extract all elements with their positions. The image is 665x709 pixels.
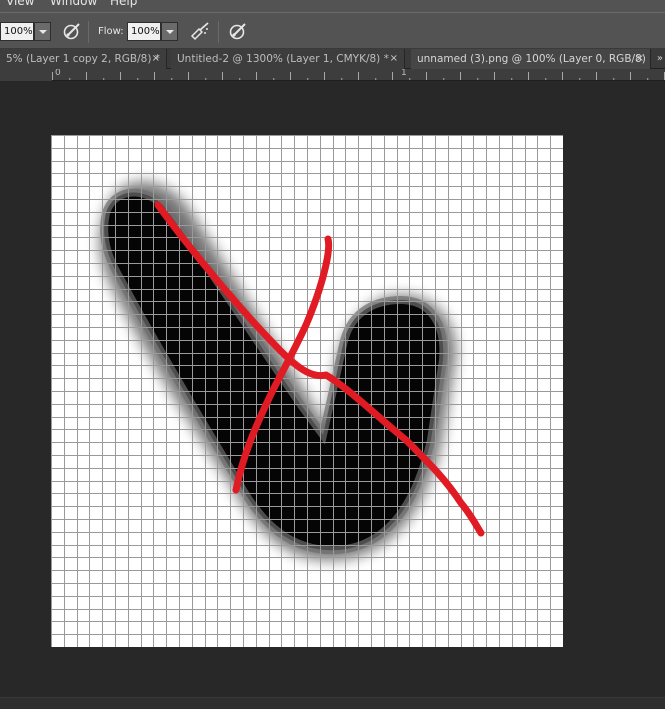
pixel-grid-image xyxy=(51,135,563,647)
status-strip xyxy=(0,697,665,709)
pressure-opacity-icon[interactable] xyxy=(60,20,82,42)
flow-dropdown-button[interactable] xyxy=(161,22,178,41)
tab-untitled-2[interactable]: Untitled-2 @ 1300% (Layer 1, CMYK/8) * × xyxy=(171,49,405,69)
horizontal-ruler[interactable]: 0 1 xyxy=(52,69,665,81)
menu-help[interactable]: Help xyxy=(110,0,137,8)
document-canvas[interactable] xyxy=(51,135,563,647)
tab-label: Untitled-2 @ 1300% (Layer 1, CMYK/8) * xyxy=(177,53,389,65)
tab-close-icon[interactable]: × xyxy=(636,49,644,69)
ruler-label-1: 1 xyxy=(401,69,407,78)
separator xyxy=(88,21,89,43)
menu-view[interactable]: View xyxy=(6,0,34,8)
menu-bar: View Window Help xyxy=(0,0,665,12)
photoshop-window: View Window Help 100% Flow: 100% 5% (Lay… xyxy=(0,0,665,709)
tab-close-icon[interactable]: × xyxy=(152,49,160,69)
pressure-size-icon[interactable] xyxy=(226,20,248,42)
tab-close-icon[interactable]: × xyxy=(390,49,398,69)
airbrush-icon[interactable] xyxy=(189,20,211,42)
tab-unnamed-3[interactable]: unnamed (3).png @ 100% (Layer 0, RGB/8) … xyxy=(411,49,651,69)
opacity-dropdown-button[interactable] xyxy=(34,22,51,41)
tab-layer1-copy2[interactable]: 5% (Layer 1 copy 2, RGB/8) * × xyxy=(0,49,167,69)
menu-window[interactable]: Window xyxy=(50,0,97,8)
ruler-corner xyxy=(0,69,52,81)
tab-label: 5% (Layer 1 copy 2, RGB/8) * xyxy=(6,53,161,65)
ruler-ticks xyxy=(52,72,665,80)
opacity-field[interactable]: 100% xyxy=(0,22,34,41)
separator xyxy=(218,21,219,43)
document-tab-bar: 5% (Layer 1 copy 2, RGB/8) * × Untitled-… xyxy=(0,49,665,69)
ruler-label-0: 0 xyxy=(55,69,61,78)
flow-field[interactable]: 100% xyxy=(127,22,161,41)
tab-overflow-icon[interactable]: » xyxy=(657,49,663,69)
options-bar: 100% Flow: 100% xyxy=(0,12,665,49)
tab-label: unnamed (3).png @ 100% (Layer 0, RGB/8) xyxy=(417,53,646,65)
flow-label: Flow: xyxy=(98,26,124,37)
